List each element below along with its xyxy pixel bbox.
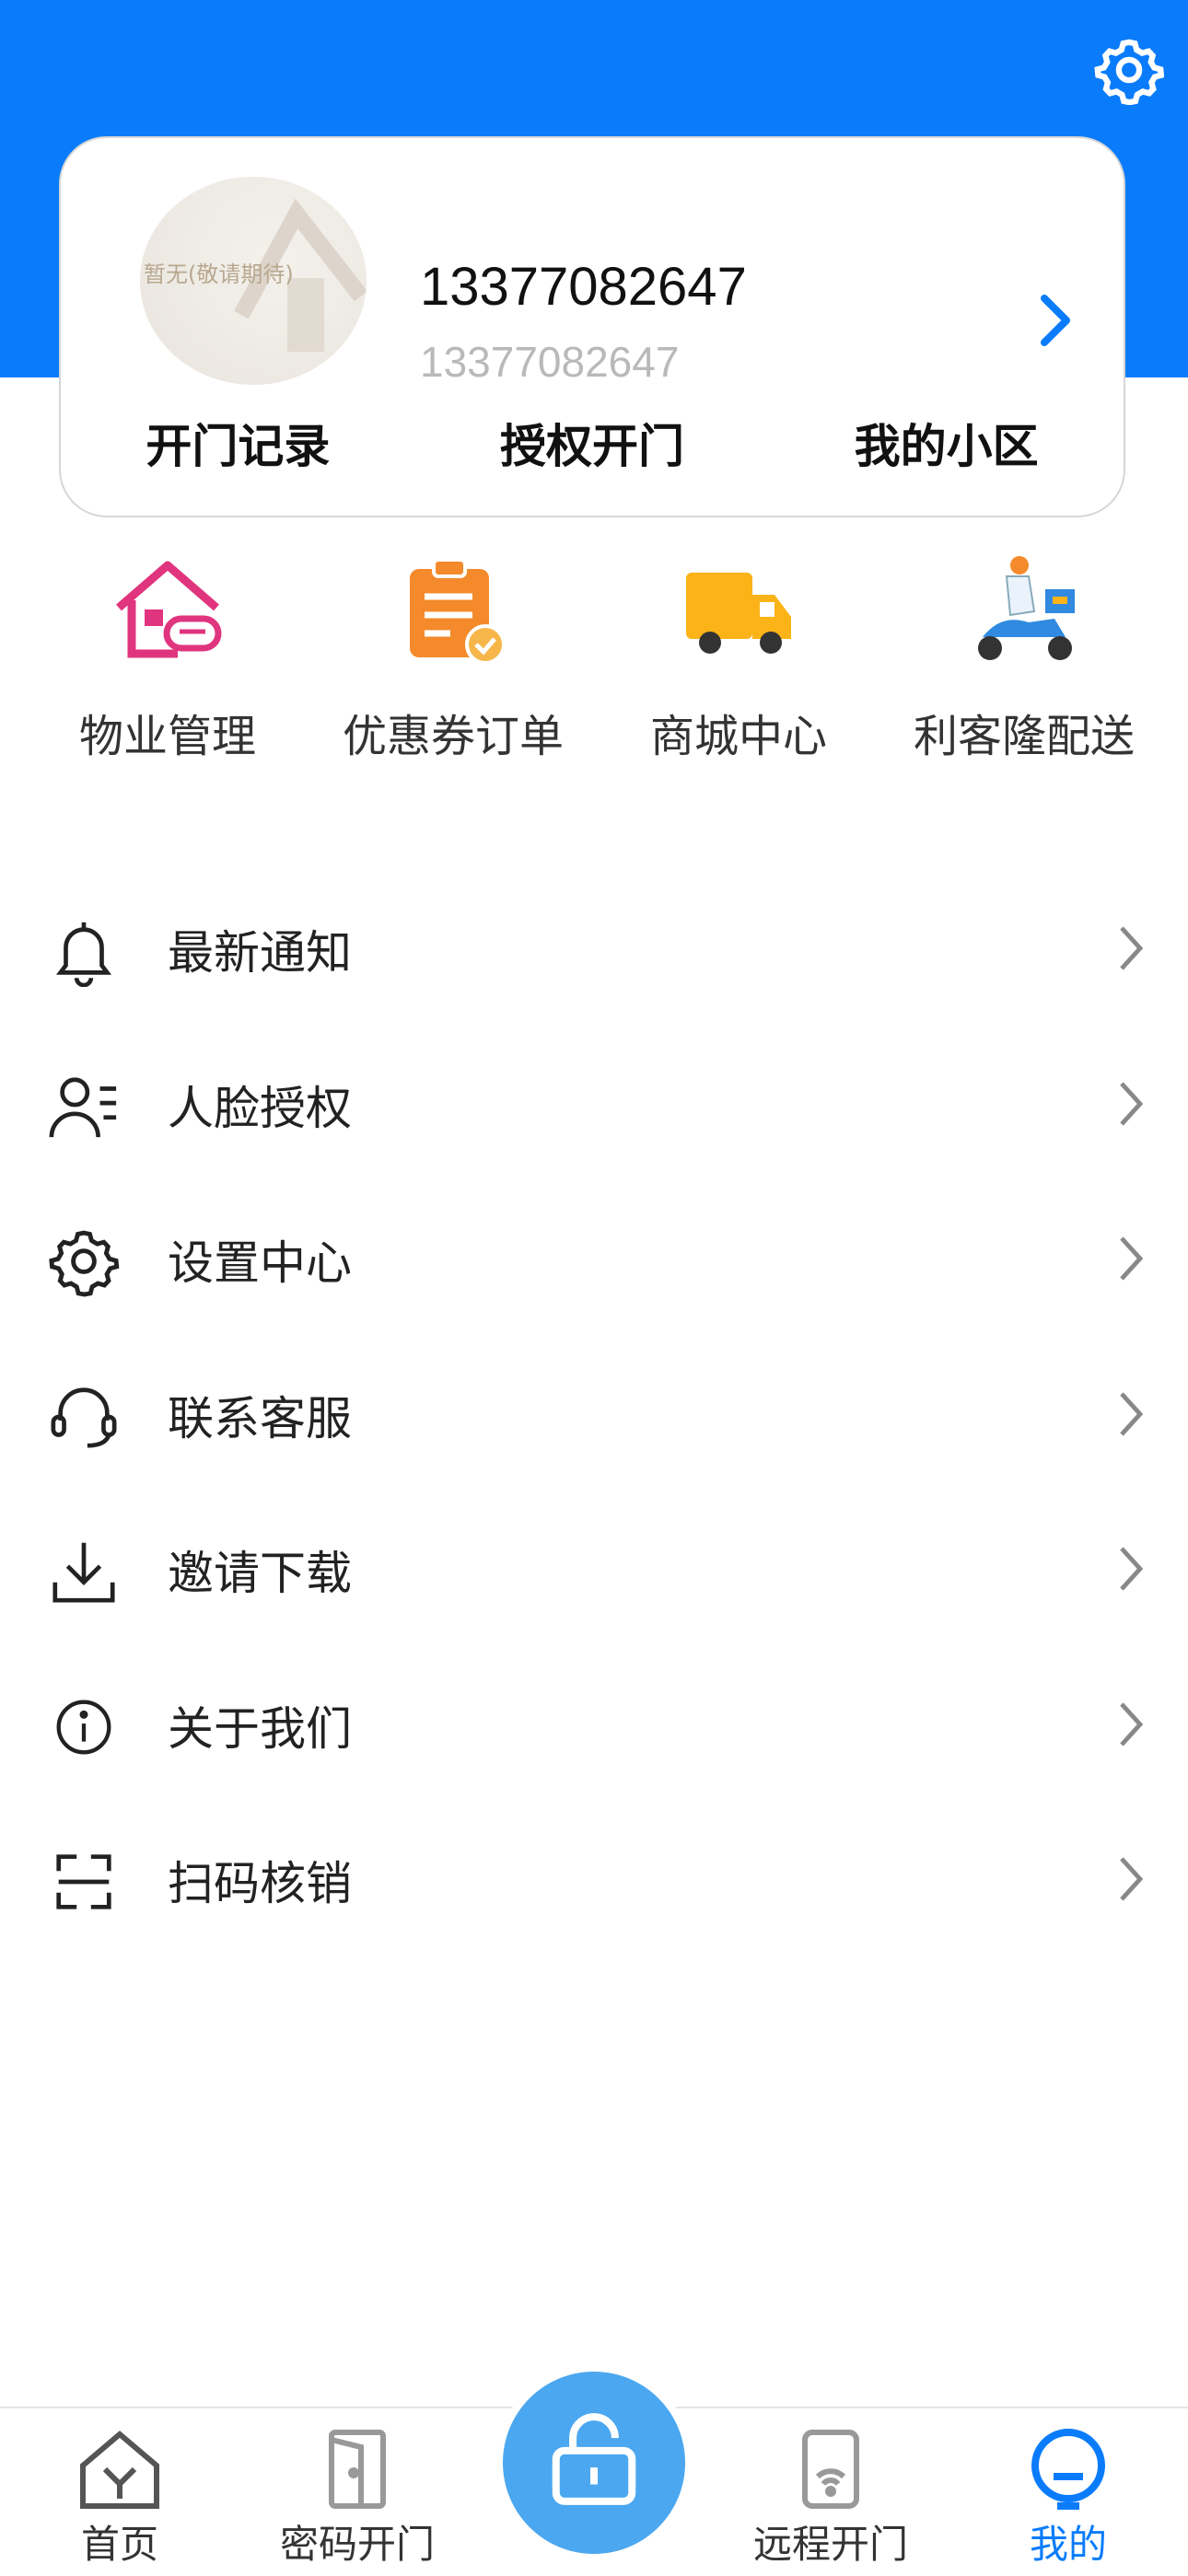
avatar[interactable]: 暂无(敬请期待): [140, 177, 367, 385]
scooter-delivery-icon: [978, 556, 1075, 660]
headset-icon: [51, 1387, 117, 1448]
door-open-records-link[interactable]: 开门记录: [61, 405, 415, 488]
menu-item-about-us[interactable]: 关于我们: [0, 1649, 1188, 1804]
my-community-link[interactable]: 我的小区: [769, 405, 1124, 488]
home-icon: [80, 2431, 159, 2509]
menu-item-settings[interactable]: 设置中心: [0, 1183, 1188, 1339]
unlock-icon: [552, 2413, 636, 2505]
menu-item-face-authorization[interactable]: 人脸授权: [0, 1028, 1188, 1184]
settings-menu: 最新通知 人脸授权 设置中心 联系客服 邀请下载 关于我们 扫码核销: [0, 873, 1188, 1959]
tab-remote-open[interactable]: 远程开门: [729, 2408, 932, 2576]
menu-item-notifications[interactable]: 最新通知: [0, 873, 1188, 1028]
authorize-door-link[interactable]: 授权开门: [415, 405, 770, 488]
info-icon: [56, 1700, 111, 1754]
tab-home[interactable]: 首页: [18, 2408, 221, 2576]
service-coupon-orders[interactable]: 优惠券订单: [310, 552, 596, 773]
chevron-right-icon: [1120, 1547, 1144, 1591]
delivery-truck-icon: [686, 573, 791, 654]
chevron-right-icon: [1120, 1391, 1144, 1436]
avatar-placeholder-text: 暂无(敬请期待): [144, 261, 294, 287]
tab-password-open[interactable]: 密码开门: [256, 2408, 459, 2576]
chevron-right-icon: [1120, 1236, 1144, 1281]
quick-links: 开门记录 授权开门 我的小区: [61, 405, 1124, 488]
scan-icon: [56, 1854, 111, 1909]
coupon-clipboard-icon: [410, 558, 506, 665]
chevron-right-icon[interactable]: [1039, 293, 1072, 348]
gear-icon: [49, 1230, 120, 1297]
chevron-right-icon: [1120, 1857, 1144, 1901]
property-house-icon: [116, 561, 222, 658]
bell-icon: [55, 922, 112, 987]
service-mall-center[interactable]: 商城中心: [596, 552, 881, 773]
menu-item-scan-verify[interactable]: 扫码核销: [0, 1804, 1188, 1959]
menu-item-customer-service[interactable]: 联系客服: [0, 1339, 1188, 1494]
profile-card[interactable]: 暂无(敬请期待) 13377082647 13377082647 开门记录 授权…: [59, 136, 1125, 517]
chevron-right-icon: [1120, 926, 1144, 970]
user-phone: 13377082647: [420, 257, 747, 317]
user-account: 13377082647: [420, 338, 680, 386]
tab-mine[interactable]: 我的: [967, 2408, 1170, 2576]
face-user-icon: [49, 1076, 117, 1137]
service-property-management[interactable]: 物业管理: [25, 552, 310, 773]
menu-item-invite-download[interactable]: 邀请下载: [0, 1493, 1188, 1649]
user-face-icon: [1031, 2429, 1105, 2510]
service-likelong-delivery[interactable]: 利客隆配送: [881, 552, 1167, 773]
chevron-right-icon: [1120, 1081, 1144, 1126]
chevron-right-icon: [1120, 1701, 1144, 1746]
download-icon: [52, 1542, 115, 1603]
settings-gear-icon[interactable]: [1094, 35, 1164, 105]
unlock-button[interactable]: [503, 2372, 685, 2554]
door-icon: [329, 2430, 386, 2509]
remote-door-icon: [802, 2430, 859, 2509]
service-grid: 物业管理 优惠券订单 商城中心 利客隆配送: [0, 552, 1188, 773]
